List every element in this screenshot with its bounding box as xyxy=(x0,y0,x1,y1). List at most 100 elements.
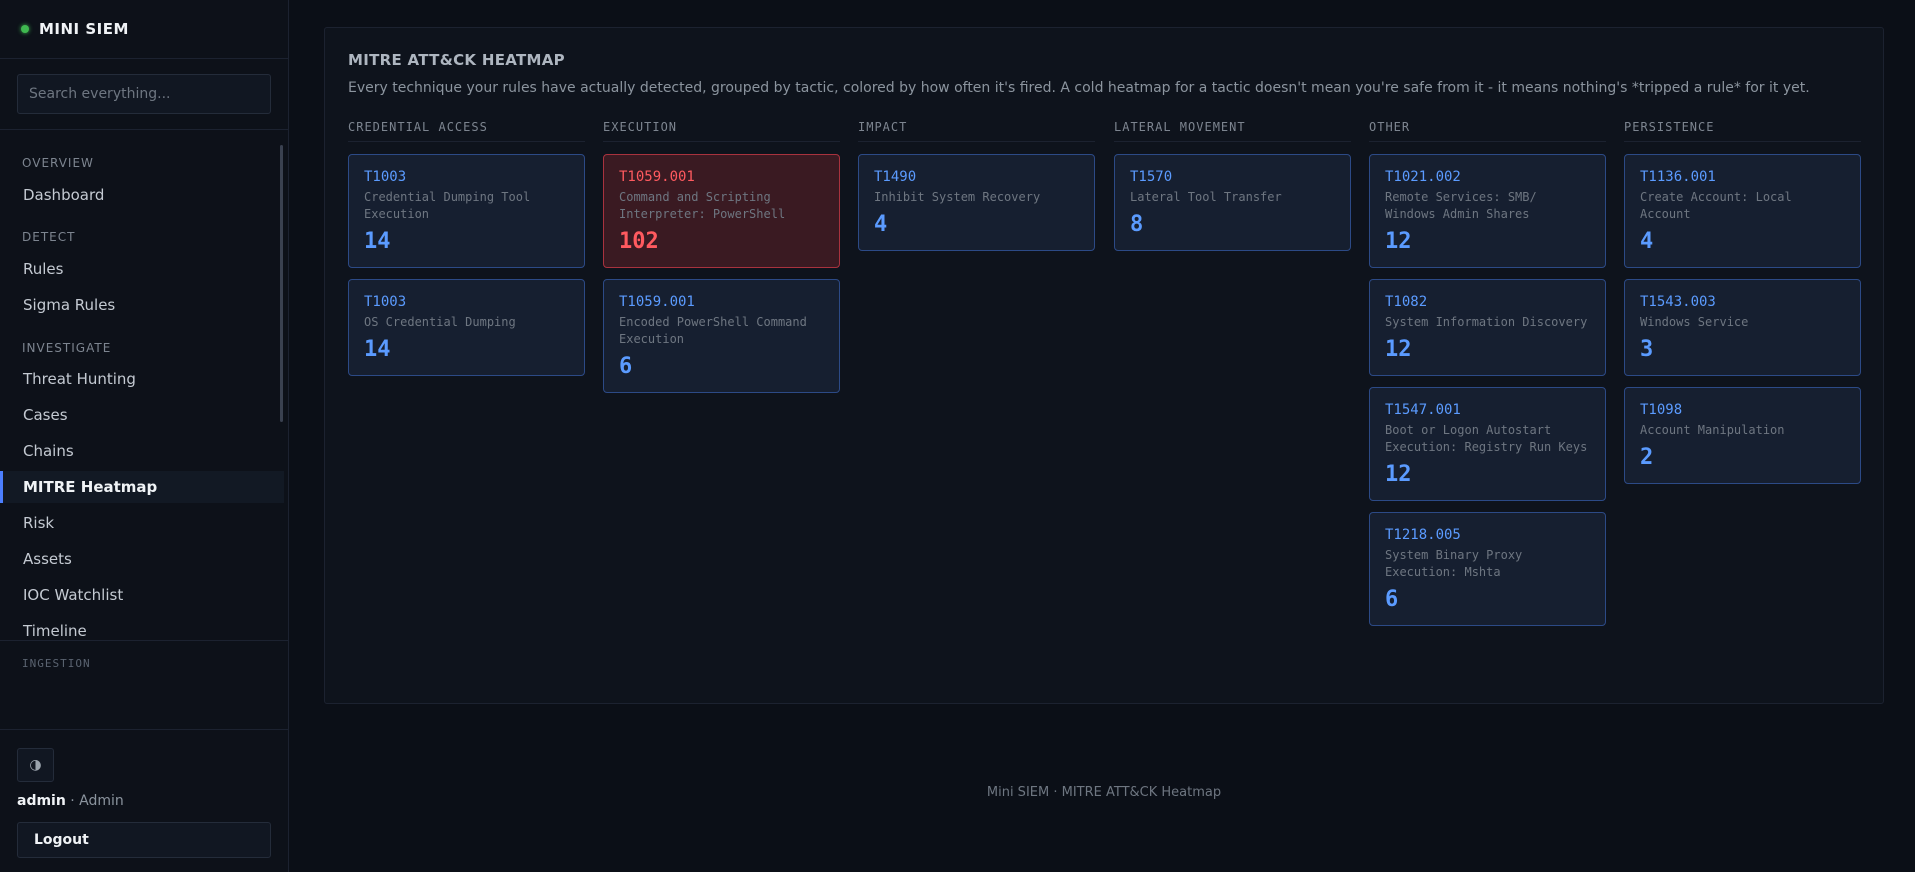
tactic-header: LATERAL MOVEMENT xyxy=(1114,116,1351,142)
theme-toggle-button[interactable]: ◑ xyxy=(17,748,54,782)
technique-name: OS Credential Dumping xyxy=(364,315,516,329)
technique-id: T1218.005 xyxy=(1385,527,1461,543)
technique-count: 3 xyxy=(1640,337,1654,362)
sidebar-item-risk[interactable]: Risk xyxy=(0,507,284,539)
sidebar-item-dashboard[interactable]: Dashboard xyxy=(0,179,284,211)
technique-name: System Information Discovery xyxy=(1385,315,1588,329)
technique-id: T1003 xyxy=(364,294,407,310)
technique-list: T1021.002 Remote Services: SMB/ Windows A… xyxy=(1369,154,1606,626)
technique-count: 102 xyxy=(619,229,659,254)
tactic-column: PERSISTENCE T1136.001 Create Account: Loca… xyxy=(1624,116,1861,495)
tactic-column: CREDENTIAL ACCESS T1003 Credential Dumping… xyxy=(348,116,585,387)
divider xyxy=(0,640,288,641)
technique-cell[interactable]: T1021.002 Remote Services: SMB/ Windows A… xyxy=(1369,154,1606,268)
technique-id: T1059.001 xyxy=(619,169,695,185)
technique-count: 6 xyxy=(619,354,633,379)
technique-name: Windows Service xyxy=(1640,315,1749,329)
page-description: Every technique your rules have actually… xyxy=(348,80,1810,96)
sidebar-item-sigma-rules[interactable]: Sigma Rules xyxy=(0,289,284,321)
technique-count: 6 xyxy=(1385,587,1399,612)
technique-count: 2 xyxy=(1640,445,1654,470)
technique-id: T1021.002 xyxy=(1385,169,1461,185)
technique-list: T1059.001 Command and Scripting Interpret… xyxy=(603,154,840,393)
search-input[interactable] xyxy=(17,74,271,114)
technique-list: T1136.001 Create Account: Local Account 4 T… xyxy=(1624,154,1861,484)
tactic-column: OTHER T1021.002 Remote Services: SMB/ Wind… xyxy=(1369,116,1606,637)
sidebar-item-threat-hunting[interactable]: Threat Hunting xyxy=(0,363,284,395)
technique-name: Account Manipulation xyxy=(1640,423,1785,437)
user-role: · Admin xyxy=(65,793,124,809)
sidebar-item-mitre-heatmap[interactable]: MITRE Heatmap xyxy=(0,471,284,503)
technique-list: T1570 Lateral Tool Transfer 8 xyxy=(1114,154,1351,251)
nav-section-detect: DETECT xyxy=(22,230,76,244)
divider xyxy=(0,729,288,730)
technique-cell[interactable]: T1059.001 Command and Scripting Interpret… xyxy=(603,154,840,268)
technique-name: Command and Scripting Interpreter: Power… xyxy=(619,190,786,221)
tactic-header: PERSISTENCE xyxy=(1624,116,1861,142)
user-info: admin · Admin xyxy=(17,793,124,809)
technique-cell[interactable]: T1543.003 Windows Service 3 xyxy=(1624,279,1861,376)
nav-section-ingestion: INGESTION xyxy=(22,657,91,670)
technique-cell[interactable]: T1082 System Information Discovery 12 xyxy=(1369,279,1606,376)
heatmap-panel: MITRE ATT&CK HEATMAP Every technique you… xyxy=(324,27,1884,704)
brand-name: MINI SIEM xyxy=(39,20,129,38)
technique-count: 4 xyxy=(1640,229,1654,254)
status-dot-icon xyxy=(21,25,29,33)
tactic-header: OTHER xyxy=(1369,116,1606,142)
technique-cell[interactable]: T1547.001 Boot or Logon Autostart Executi… xyxy=(1369,387,1606,501)
brand[interactable]: MINI SIEM xyxy=(0,0,288,59)
technique-id: T1059.001 xyxy=(619,294,695,310)
technique-name: Boot or Logon Autostart Execution: Regis… xyxy=(1385,423,1588,454)
technique-name: Encoded PowerShell Command Execution xyxy=(619,315,807,346)
technique-count: 4 xyxy=(874,212,888,237)
technique-cell[interactable]: T1098 Account Manipulation 2 xyxy=(1624,387,1861,484)
technique-name: Lateral Tool Transfer xyxy=(1130,190,1282,204)
tactic-column: EXECUTION T1059.001 Command and Scripting … xyxy=(603,116,840,404)
sidebar-item-rules[interactable]: Rules xyxy=(0,253,284,285)
technique-cell[interactable]: T1490 Inhibit System Recovery 4 xyxy=(858,154,1095,251)
technique-cell[interactable]: T1218.005 System Binary Proxy Execution: … xyxy=(1369,512,1606,626)
logout-button[interactable]: Logout xyxy=(17,822,271,858)
technique-cell[interactable]: T1003 OS Credential Dumping 14 xyxy=(348,279,585,376)
technique-count: 14 xyxy=(364,229,391,254)
tactic-header: EXECUTION xyxy=(603,116,840,142)
technique-name: System Binary Proxy Execution: Mshta xyxy=(1385,548,1523,579)
contrast-icon: ◑ xyxy=(29,757,42,773)
technique-id: T1547.001 xyxy=(1385,402,1461,418)
page-footer: Mini SIEM · MITRE ATT&CK Heatmap xyxy=(986,785,1222,800)
technique-list: T1003 Credential Dumping Tool Execution 14… xyxy=(348,154,585,376)
sidebar-item-ioc-watchlist[interactable]: IOC Watchlist xyxy=(0,579,284,611)
sidebar-nav: OVERVIEW Dashboard DETECT Rules Sigma Ru… xyxy=(0,140,288,640)
sidebar-item-chains[interactable]: Chains xyxy=(0,435,284,467)
technique-count: 8 xyxy=(1130,212,1144,237)
technique-name: Remote Services: SMB/ Windows Admin Shar… xyxy=(1385,190,1537,221)
sidebar-item-timeline[interactable]: Timeline xyxy=(0,615,284,640)
technique-id: T1136.001 xyxy=(1640,169,1716,185)
technique-list: T1490 Inhibit System Recovery 4 xyxy=(858,154,1095,251)
technique-name: Credential Dumping Tool Execution xyxy=(364,190,531,221)
tactic-column: LATERAL MOVEMENT T1570 Lateral Tool Transf… xyxy=(1114,116,1351,262)
technique-cell[interactable]: T1059.001 Encoded PowerShell Command Exec… xyxy=(603,279,840,393)
user-name: admin xyxy=(17,793,66,809)
sidebar: MINI SIEM OVERVIEW Dashboard DETECT Rule… xyxy=(0,0,289,872)
tactic-header: CREDENTIAL ACCESS xyxy=(348,116,585,142)
technique-id: T1003 xyxy=(364,169,407,185)
page-title: MITRE ATT&CK HEATMAP xyxy=(348,51,565,69)
nav-section-overview: OVERVIEW xyxy=(22,156,94,170)
technique-cell[interactable]: T1003 Credential Dumping Tool Execution 14 xyxy=(348,154,585,268)
technique-count: 12 xyxy=(1385,337,1412,362)
technique-id: T1098 xyxy=(1640,402,1683,418)
sidebar-item-cases[interactable]: Cases xyxy=(0,399,284,431)
sidebar-item-assets[interactable]: Assets xyxy=(0,543,284,575)
technique-cell[interactable]: T1136.001 Create Account: Local Account 4 xyxy=(1624,154,1861,268)
technique-name: Create Account: Local Account xyxy=(1640,190,1792,221)
technique-count: 14 xyxy=(364,337,391,362)
technique-id: T1570 xyxy=(1130,169,1173,185)
technique-id: T1490 xyxy=(874,169,917,185)
technique-cell[interactable]: T1570 Lateral Tool Transfer 8 xyxy=(1114,154,1351,251)
technique-id: T1543.003 xyxy=(1640,294,1716,310)
tactic-column: IMPACT T1490 Inhibit System Recovery 4 xyxy=(858,116,1095,262)
technique-count: 12 xyxy=(1385,462,1412,487)
technique-name: Inhibit System Recovery xyxy=(874,190,1041,204)
technique-count: 12 xyxy=(1385,229,1412,254)
